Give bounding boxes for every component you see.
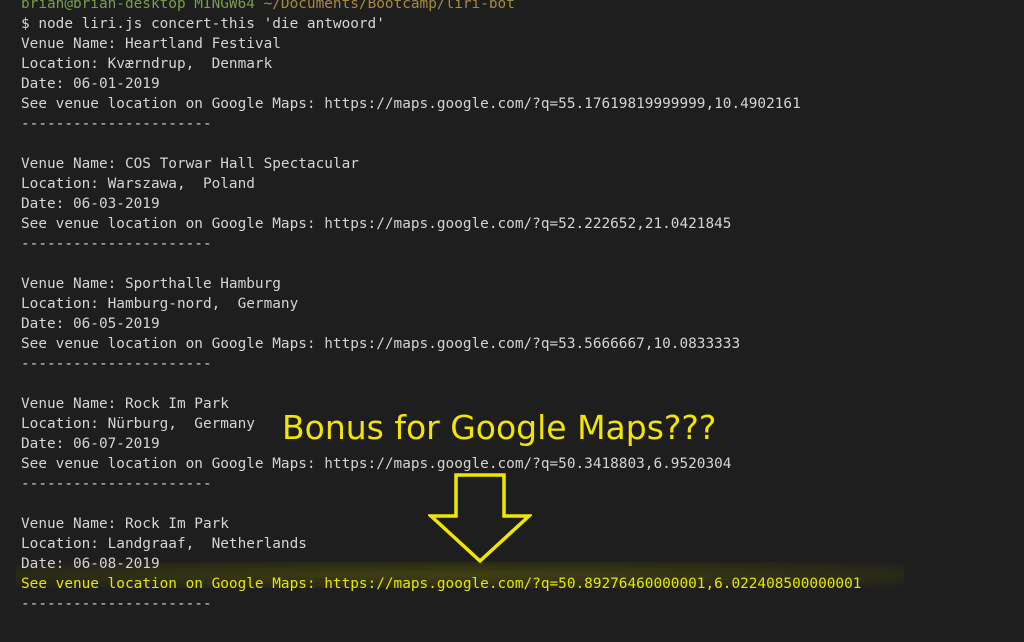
maps-link-line: See venue location on Google Maps: https… — [21, 96, 801, 112]
prompt-user-host: brian@brian-desktop MINGW64 — [21, 0, 255, 12]
event-date: Date: 06-05-2019 — [21, 316, 160, 332]
maps-link-line: See venue location on Google Maps: https… — [21, 216, 732, 232]
maps-link-line: See venue location on Google Maps: https… — [21, 336, 741, 352]
venue-location: Location: Hamburg-nord, Germany — [21, 296, 299, 312]
down-arrow-outline-icon — [428, 473, 532, 564]
separator: ---------------------- — [21, 596, 212, 612]
separator: ---------------------- — [21, 356, 212, 372]
prompt-line: brian@brian-desktop MINGW64 ~/Documents/… — [21, 0, 1024, 14]
venue-name: Venue Name: Heartland Festival — [21, 36, 281, 52]
venue-location: Location: Kværndrup, Denmark — [21, 56, 273, 72]
event-date: Date: 06-01-2019 — [21, 76, 160, 92]
separator: ---------------------- — [21, 116, 212, 132]
separator: ---------------------- — [21, 236, 212, 252]
venue-name: Venue Name: Sporthalle Hamburg — [21, 276, 281, 292]
maps-link-line: See venue location on Google Maps: https… — [21, 456, 732, 472]
prompt-path: ~/Documents/Bootcamp/liri-bot — [263, 0, 515, 12]
venue-name: Venue Name: COS Torwar Hall Spectacular — [21, 156, 359, 172]
event-date: Date: 06-03-2019 — [21, 196, 160, 212]
annotation-text: Bonus for Google Maps??? — [282, 408, 717, 447]
terminal-window[interactable]: brian@brian-desktop MINGW64 ~/Documents/… — [0, 0, 1024, 642]
command-line: $ node liri.js concert-this 'die antwoor… — [21, 16, 385, 32]
maps-link-line-highlighted: See venue location on Google Maps: https… — [21, 576, 862, 592]
venue-location: Location: Warszawa, Poland — [21, 176, 255, 192]
